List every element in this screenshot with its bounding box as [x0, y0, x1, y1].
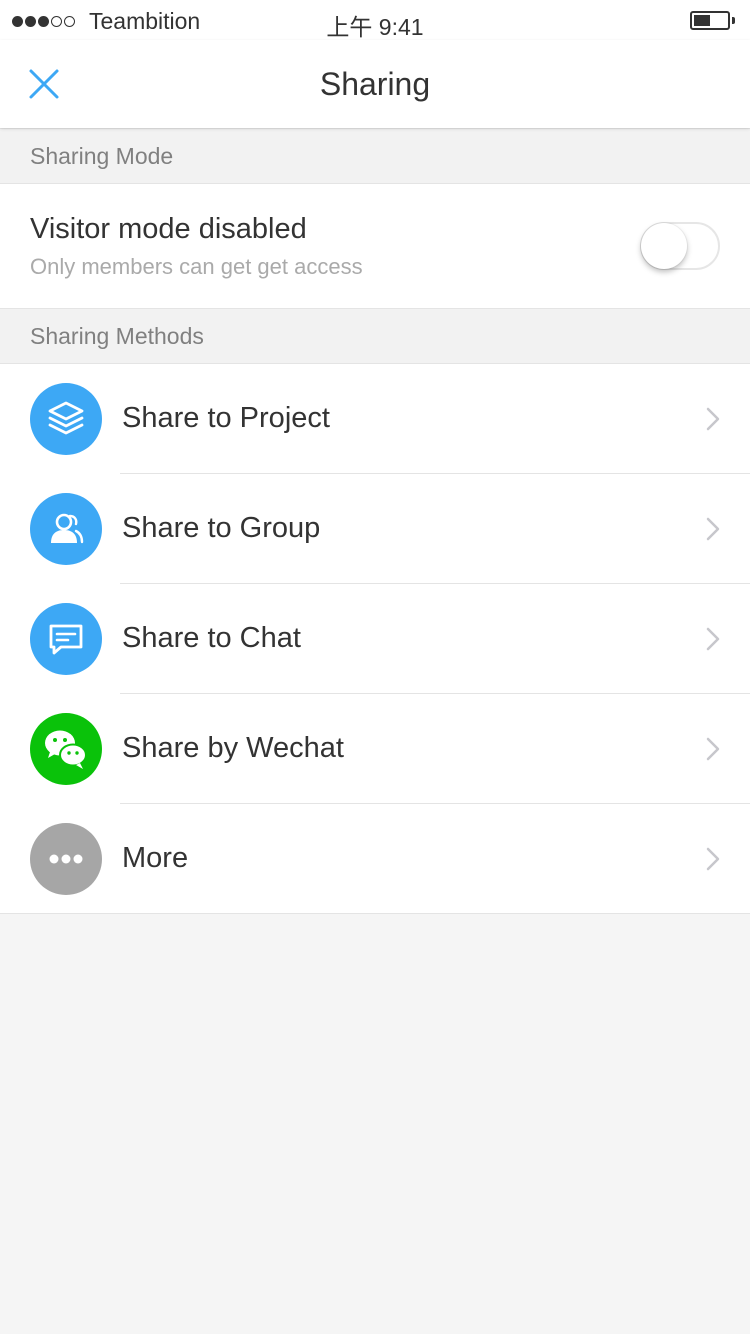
chevron-right-icon — [706, 627, 720, 651]
chevron-right-icon — [706, 517, 720, 541]
share-to-chat-label: Share to Chat — [122, 622, 301, 654]
share-to-project-row[interactable]: Share to Project — [0, 364, 750, 474]
share-to-project-label: Share to Project — [122, 402, 330, 434]
more-row[interactable]: More — [0, 804, 750, 914]
share-to-chat-row[interactable]: Share to Chat — [0, 584, 750, 694]
more-label: More — [122, 842, 189, 874]
chevron-right-icon — [706, 737, 720, 761]
share-by-wechat-label: Share by Wechat — [122, 732, 344, 764]
visitor-mode-toggle[interactable] — [640, 222, 720, 270]
layers-icon — [30, 383, 102, 455]
visitor-mode-row: Visitor mode disabled Only members can g… — [0, 184, 750, 308]
page-title: Sharing — [319, 66, 431, 102]
navigation-bar: Sharing — [0, 40, 750, 128]
sharing-methods-list: Share to Project Share to Group Share to… — [0, 364, 750, 914]
more-icon — [30, 823, 102, 895]
status-bar: Teambition 上午 9:41 — [0, 0, 750, 40]
share-by-wechat-row[interactable]: Share by Wechat — [0, 694, 750, 804]
chevron-right-icon — [706, 847, 720, 871]
visitor-mode-subtitle: Only members can get get access — [30, 254, 363, 279]
share-to-group-label: Share to Group — [122, 512, 321, 544]
share-to-group-row[interactable]: Share to Group — [0, 474, 750, 584]
chat-icon — [30, 603, 102, 675]
battery-tip — [732, 17, 735, 24]
wechat-icon — [30, 713, 102, 785]
section-header-sharing-methods: Sharing Methods — [0, 308, 750, 364]
chevron-right-icon — [706, 407, 720, 431]
battery-icon — [690, 11, 730, 30]
visitor-mode-title: Visitor mode disabled — [30, 213, 307, 245]
group-icon — [30, 493, 102, 565]
toggle-knob — [641, 223, 687, 269]
section-header-sharing-mode: Sharing Mode — [0, 128, 750, 184]
status-time: 上午 9:41 — [326, 14, 424, 40]
